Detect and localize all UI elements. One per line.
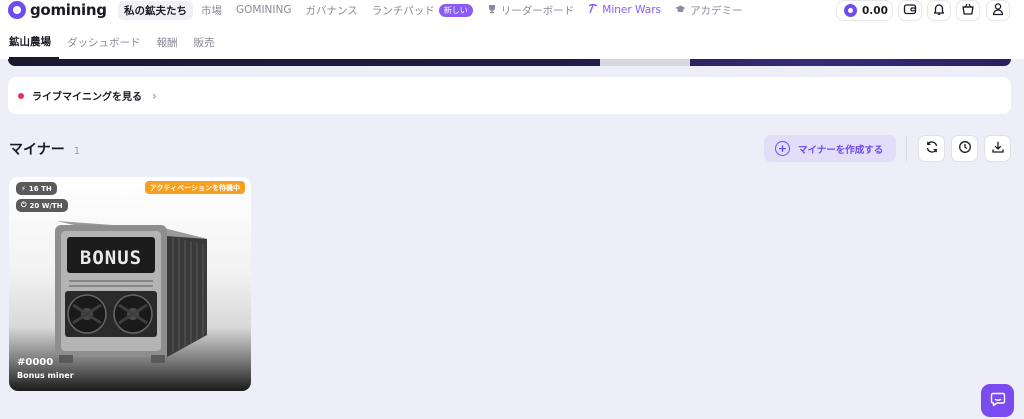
nav-label: Miner Wars bbox=[602, 4, 661, 16]
miner-id: #0000 bbox=[17, 357, 54, 368]
brand-name: gomining bbox=[30, 1, 107, 19]
chat-icon bbox=[990, 391, 1006, 411]
hashrate-chip: ⚡ 16 TH bbox=[16, 182, 57, 195]
trophy-icon bbox=[487, 4, 497, 17]
pickaxe-icon bbox=[588, 3, 598, 17]
download-button[interactable] bbox=[984, 135, 1011, 162]
create-miner-label: マイナーを作成する bbox=[798, 144, 884, 156]
live-indicator-icon bbox=[18, 92, 24, 99]
section-title: マイナー bbox=[9, 142, 65, 158]
nav-item-leaderboard[interactable]: リーダーボード bbox=[481, 1, 581, 20]
refresh-icon bbox=[925, 139, 939, 158]
promo-banner[interactable] bbox=[8, 59, 1011, 66]
top-navigation-bar: gomining 私の鉱夫たち 市場 GOMINING ガバナンス ランチパッド… bbox=[0, 0, 1024, 26]
miner-card[interactable]: ⚡ 16 TH ⏻ 20 W/TH アクティベーションを待機中 BONUS #0… bbox=[9, 177, 251, 391]
main-nav: 私の鉱夫たち 市場 GOMINING ガバナンス ランチパッド 新しい リーダー… bbox=[118, 0, 748, 20]
create-miner-button[interactable]: + マイナーを作成する bbox=[764, 135, 896, 162]
support-chat-button[interactable] bbox=[981, 384, 1014, 417]
bell-icon bbox=[932, 1, 946, 20]
nav-label: ランチパッド bbox=[371, 4, 435, 17]
nav-label: GOMINING bbox=[236, 4, 292, 16]
shopping-basket-icon bbox=[961, 1, 975, 20]
download-icon bbox=[991, 139, 1005, 158]
profile-button[interactable] bbox=[986, 0, 1010, 21]
gomining-coin-icon bbox=[844, 4, 857, 17]
nav-item-launchpad[interactable]: ランチパッド 新しい bbox=[366, 1, 479, 20]
wallet-icon bbox=[903, 1, 917, 20]
balance-button[interactable]: 0.00 bbox=[836, 0, 893, 21]
nav-item-academy[interactable]: アカデミー bbox=[669, 1, 749, 20]
refresh-button[interactable] bbox=[918, 135, 945, 162]
tab-sales[interactable]: 販売 bbox=[194, 26, 223, 59]
nav-label: ガバナンス bbox=[305, 4, 358, 17]
tab-dashboard[interactable]: ダッシュボード bbox=[67, 26, 149, 59]
status-badge: アクティベーションを待機中 bbox=[144, 181, 245, 194]
live-mining-link[interactable]: ライブマイニングを見る › bbox=[8, 77, 1011, 114]
miner-name: Bonus miner bbox=[17, 371, 74, 380]
user-icon bbox=[991, 1, 1005, 20]
tab-rewards[interactable]: 報酬 bbox=[157, 26, 186, 59]
section-header: マイナー 1 bbox=[9, 139, 80, 159]
nav-label: 私の鉱夫たち bbox=[124, 4, 187, 17]
nav-item-governance[interactable]: ガバナンス bbox=[300, 1, 364, 20]
nav-item-gomining[interactable]: GOMINING bbox=[230, 2, 298, 18]
nav-label: 市場 bbox=[201, 4, 222, 17]
miner-image: BONUS bbox=[55, 221, 207, 363]
wallet-button[interactable] bbox=[898, 0, 922, 21]
lightning-icon: ⚡ bbox=[21, 184, 26, 193]
nav-item-miner-wars[interactable]: Miner Wars bbox=[582, 2, 667, 19]
nav-item-my-miners[interactable]: 私の鉱夫たち bbox=[118, 0, 193, 20]
cart-button[interactable] bbox=[956, 0, 980, 21]
power-icon: ⏻ bbox=[21, 201, 27, 209]
live-mining-label: ライブマイニングを見る bbox=[32, 92, 142, 103]
miner-count: 1 bbox=[73, 146, 81, 157]
logo-icon bbox=[8, 1, 26, 19]
sub-tabs: 鉱山農場 ダッシュボード 報酬 販売 bbox=[0, 26, 1024, 59]
chevron-right-icon: › bbox=[152, 88, 157, 103]
balance-value: 0.00 bbox=[862, 4, 888, 17]
notifications-button[interactable] bbox=[927, 0, 951, 21]
nav-item-market[interactable]: 市場 bbox=[195, 1, 228, 20]
nav-label: リーダーボード bbox=[500, 4, 575, 17]
nav-label: アカデミー bbox=[689, 4, 743, 17]
new-badge: 新しい bbox=[438, 3, 473, 17]
history-button[interactable] bbox=[951, 135, 978, 162]
miner-screen-text: BONUS bbox=[80, 247, 142, 269]
gomining-logo[interactable]: gomining bbox=[8, 1, 107, 19]
graduation-cap-icon bbox=[675, 4, 686, 17]
tab-mining-farm[interactable]: 鉱山農場 bbox=[9, 26, 59, 59]
plus-circle-icon: + bbox=[775, 141, 790, 156]
toolbar-divider bbox=[906, 136, 907, 161]
banner-image bbox=[600, 59, 690, 66]
clock-icon bbox=[958, 139, 972, 158]
hashrate-value: 16 TH bbox=[28, 184, 52, 193]
